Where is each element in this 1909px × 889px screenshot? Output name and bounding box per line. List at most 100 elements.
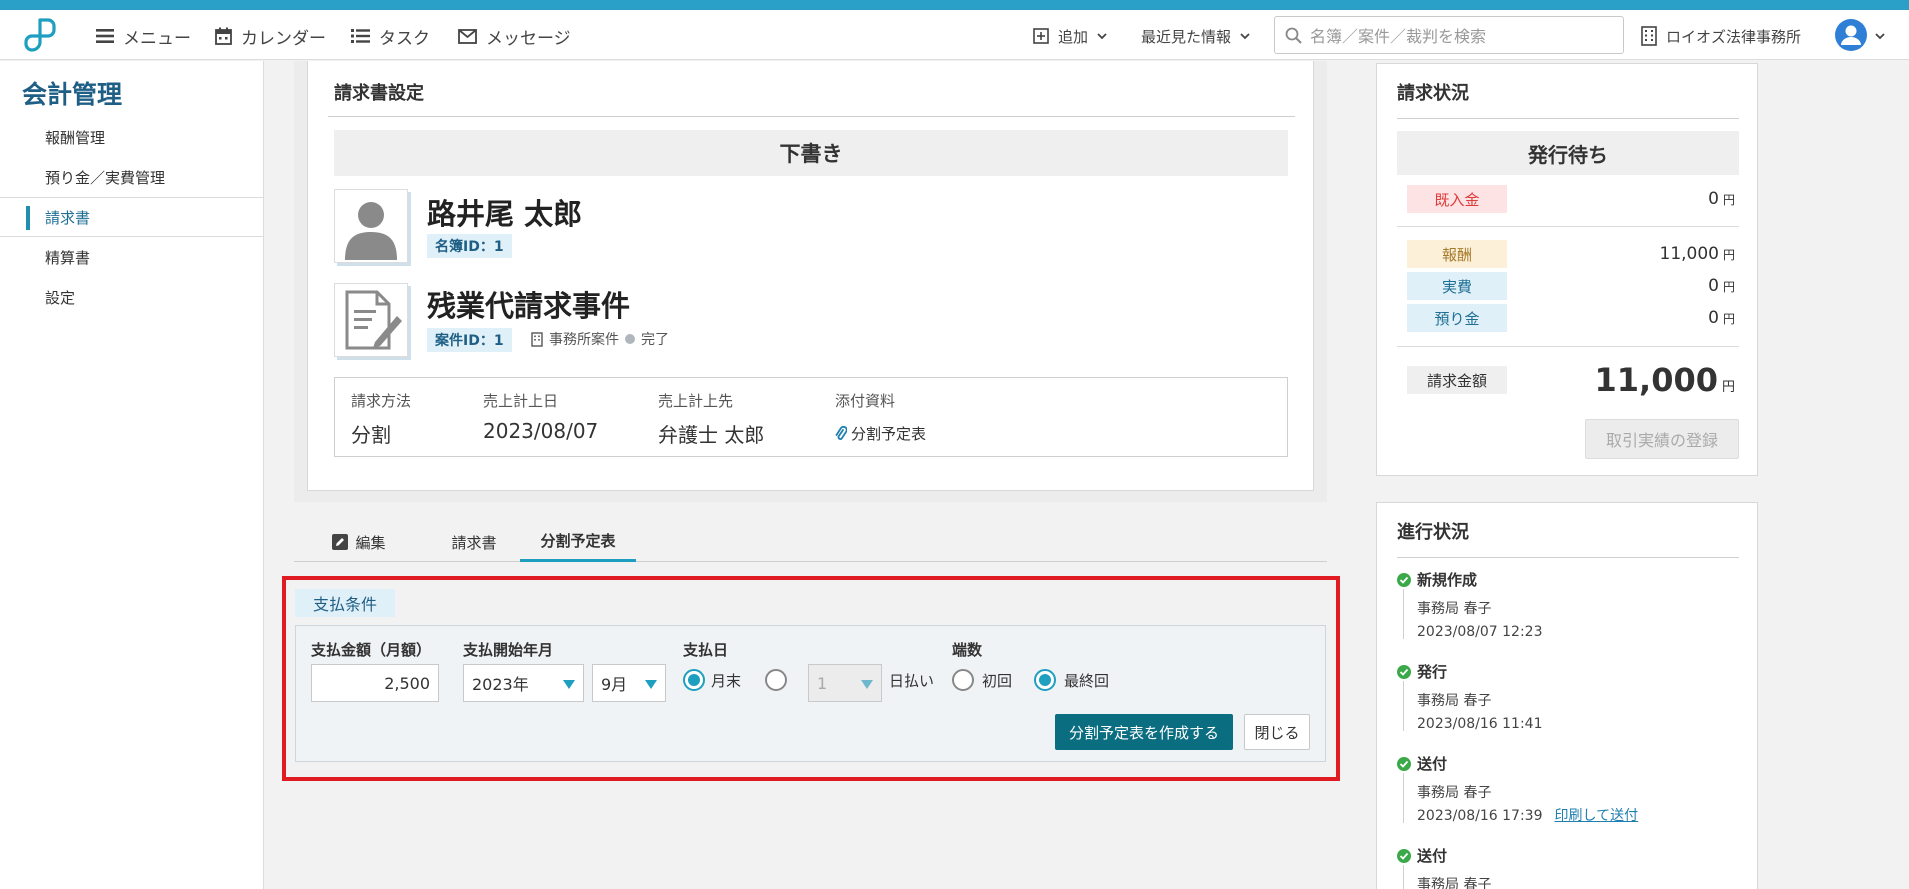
card-title: 請求書設定 xyxy=(334,83,424,104)
tab-bar: 編集 請求書 分割予定表 xyxy=(294,522,1327,562)
start-month-label: 支払開始年月 xyxy=(463,641,554,659)
radio-month-end-label: 月末 xyxy=(711,672,742,690)
attachment-name: 分割予定表 xyxy=(851,425,927,443)
money-amount: 0 xyxy=(1708,308,1719,328)
info-method-label: 請求方法 xyxy=(351,392,412,410)
info-target: 売上計上先 弁護士 太郎 xyxy=(658,390,764,448)
person-id-badge: 名簿ID：1 xyxy=(427,234,512,258)
case-meta: 事務所案件 完了 xyxy=(531,329,669,349)
task-list-icon xyxy=(351,29,370,43)
divider xyxy=(1397,557,1739,558)
money-value: 0円 xyxy=(1708,276,1739,296)
progress-step: 送付 事務局 春子 xyxy=(1397,845,1491,889)
person-silhouette-icon xyxy=(345,202,397,260)
top-navbar: メニュー カレンダー タスク メッセージ 追加 最近見た情報 名簿／案件／裁判を… xyxy=(0,10,1909,60)
step-user: 事務局 春子 xyxy=(1417,693,1492,709)
nav-calendar-label: カレンダー xyxy=(241,28,326,49)
nav-add[interactable]: 追加 xyxy=(1033,25,1107,47)
radio-specific-day[interactable] xyxy=(765,669,787,691)
case-status: 完了 xyxy=(641,332,669,348)
payment-conditions-form: 支払金額（月額） 2,500 支払開始年月 2023年 9月 支払日 月末 1 … xyxy=(295,625,1326,762)
status-dot-icon xyxy=(625,334,635,344)
radio-first[interactable] xyxy=(952,669,974,691)
info-date-label: 売上計上日 xyxy=(483,392,559,410)
step-time: 2023/08/16 11:41 xyxy=(1417,716,1543,732)
chevron-down-icon[interactable] xyxy=(1875,32,1885,40)
nav-menu[interactable]: メニュー xyxy=(96,25,191,49)
divider xyxy=(1397,118,1739,119)
sidebar-item-deposit[interactable]: 預り金／実費管理 xyxy=(0,157,264,197)
invoice-info-box: 請求方法 分割 売上計上日 2023/08/07 売上計上先 弁護士 太郎 添付… xyxy=(334,377,1288,457)
sidebar: 会計管理 報酬管理 預り金／実費管理 請求書 精算書 設定 xyxy=(0,61,264,889)
radio-first-label: 初回 xyxy=(982,672,1013,690)
check-circle-icon xyxy=(1397,756,1411,771)
money-row-fee: 報酬 11,000 円 xyxy=(1407,240,1739,268)
step-title: 発行 xyxy=(1417,663,1448,681)
dropdown-arrow-icon xyxy=(645,680,657,689)
envelope-icon xyxy=(458,28,477,44)
money-tag: 預り金 xyxy=(1407,304,1507,332)
radio-last[interactable] xyxy=(1034,669,1056,691)
billing-status-card: 請求状況 発行待ち 既入金 0円 報酬 11,000 円 実費 0円 預り金 0円… xyxy=(1376,63,1758,476)
money-amount: 0 xyxy=(1708,189,1719,209)
tab-invoice[interactable]: 請求書 xyxy=(434,522,514,562)
radio-month-end[interactable] xyxy=(683,669,705,691)
start-year-select[interactable]: 2023年 xyxy=(463,664,584,702)
check-circle-icon xyxy=(1397,848,1411,863)
step-title: 送付 xyxy=(1417,847,1448,865)
monthly-amount-input[interactable]: 2,500 xyxy=(311,664,439,702)
create-schedule-button[interactable]: 分割予定表を作成する xyxy=(1055,714,1233,750)
print-and-send-link[interactable]: 印刷して送付 xyxy=(1555,808,1639,824)
nav-message[interactable]: メッセージ xyxy=(458,25,571,49)
office-switcher[interactable]: ロイオズ法律事務所 xyxy=(1641,25,1801,47)
edit-pencil-icon xyxy=(332,534,349,550)
info-method: 請求方法 分割 xyxy=(351,390,411,448)
top-accent-stripe xyxy=(0,0,1909,10)
progress-step: 送付 事務局 春子 2023/08/16 17:39 印刷して送付 xyxy=(1397,753,1638,828)
money-tag: 報酬 xyxy=(1407,240,1507,268)
dropdown-arrow-icon xyxy=(563,680,575,689)
app-logo-icon[interactable] xyxy=(18,14,60,56)
progress-step: 新規作成 事務局 春子 2023/08/07 12:23 xyxy=(1397,569,1543,644)
sidebar-item-fee[interactable]: 報酬管理 xyxy=(0,117,264,157)
money-tag: 既入金 xyxy=(1407,185,1507,213)
building-icon xyxy=(1641,26,1657,46)
money-row-deposit: 預り金 0円 xyxy=(1407,304,1739,332)
close-button[interactable]: 閉じる xyxy=(1244,714,1310,750)
register-transaction-button[interactable]: 取引実績の登録 xyxy=(1585,419,1739,459)
tab-installment-schedule[interactable]: 分割予定表 xyxy=(520,522,636,562)
sidebar-item-settings[interactable]: 設定 xyxy=(0,277,264,317)
billing-status-title: 請求状況 xyxy=(1397,83,1469,104)
plus-square-icon xyxy=(1033,28,1049,44)
nav-recent[interactable]: 最近見た情報 xyxy=(1141,25,1250,47)
nav-calendar[interactable]: カレンダー xyxy=(215,25,326,49)
total-amount: 11,000 xyxy=(1594,361,1718,399)
person-name[interactable]: 路井尾 太郎 xyxy=(427,191,582,233)
nav-task-label: タスク xyxy=(379,28,430,49)
money-unit: 円 xyxy=(1722,193,1735,207)
progress-step: 発行 事務局 春子 2023/08/16 11:41 xyxy=(1397,661,1543,736)
money-value: 0円 xyxy=(1708,189,1739,209)
money-row-received: 既入金 0円 xyxy=(1407,185,1739,213)
case-id-badge: 案件ID：1 xyxy=(427,328,512,352)
radio-last-label: 最終回 xyxy=(1064,672,1110,690)
sidebar-item-statement[interactable]: 精算書 xyxy=(0,237,264,277)
divider xyxy=(1397,346,1739,347)
nav-menu-label: メニュー xyxy=(123,28,191,49)
office-name: ロイオズ法律事務所 xyxy=(1666,27,1802,46)
payday-select[interactable]: 1 xyxy=(808,664,882,702)
attachment-link[interactable]: 分割予定表 xyxy=(835,423,926,444)
money-value: 11,000 円 xyxy=(1660,244,1740,264)
search-input[interactable]: 名簿／案件／裁判を検索 xyxy=(1274,16,1624,54)
money-unit: 円 xyxy=(1722,280,1735,294)
search-icon xyxy=(1285,27,1302,44)
case-name[interactable]: 残業代請求事件 xyxy=(427,283,630,325)
start-year-value: 2023年 xyxy=(472,675,529,694)
info-date-value: 2023/08/07 xyxy=(483,419,599,443)
start-month-select[interactable]: 9月 xyxy=(592,664,666,702)
nav-task[interactable]: タスク xyxy=(351,25,430,49)
user-avatar-icon[interactable] xyxy=(1834,18,1868,52)
tab-edit[interactable]: 編集 xyxy=(324,522,394,562)
sidebar-item-invoice[interactable]: 請求書 xyxy=(0,197,264,237)
hamburger-icon xyxy=(96,29,114,43)
